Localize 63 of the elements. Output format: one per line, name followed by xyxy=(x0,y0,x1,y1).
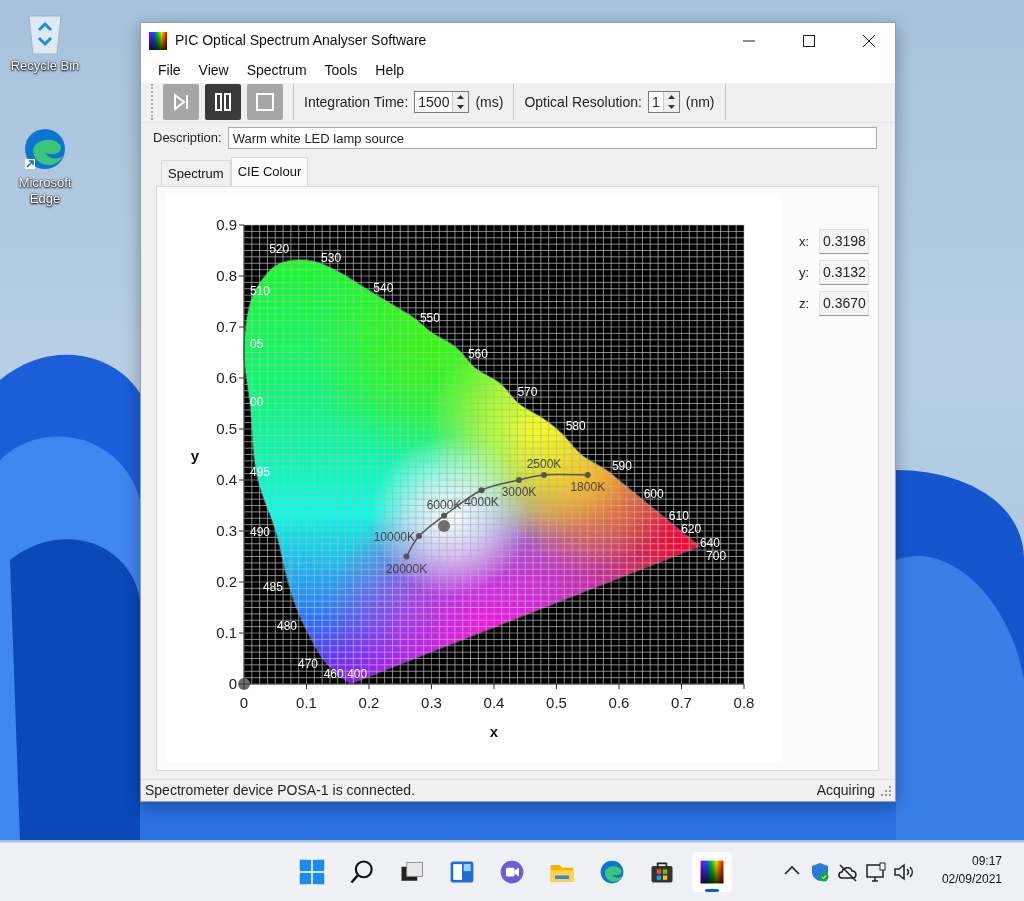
wavelength-label: 480 xyxy=(277,618,297,633)
temperature-label: 2500K xyxy=(526,456,562,471)
axis-tick-label: 0.4 xyxy=(483,694,505,711)
wavelength-label: 490 xyxy=(250,525,271,540)
wavelength-label: 520 xyxy=(269,241,290,256)
wavelength-label: 610 xyxy=(668,508,689,523)
wavelength-label: 620 xyxy=(681,521,702,536)
wavelength-label: 700 xyxy=(706,548,727,563)
wavelength-label: 530 xyxy=(321,251,342,266)
wavelength-label: 00 xyxy=(250,395,264,409)
unit-label: (ms) xyxy=(475,92,504,112)
wavelength-label: 560 xyxy=(467,347,488,361)
temperature-label: 1800K xyxy=(570,479,606,494)
temperature-label: 3000K xyxy=(501,485,537,499)
axis-tick-label: 0.9 xyxy=(216,216,237,233)
temperature-label: 10000K xyxy=(373,530,415,545)
axis-tick-label: 0.5 xyxy=(546,694,567,711)
axis-tick-label: 0 xyxy=(228,675,237,692)
wavelength-label: 05 xyxy=(250,336,264,351)
temperature-label: 4000K xyxy=(464,495,499,510)
axis-tick-label: 0.1 xyxy=(296,694,317,711)
axis-tick-label: 0.3 xyxy=(216,522,237,539)
wavelength-label: 485 xyxy=(262,580,283,595)
field-label: Description: xyxy=(153,128,222,147)
wavelength-label: 470 xyxy=(298,656,318,671)
axis-tick-label: 0.3 xyxy=(421,694,442,711)
window-title: PIC Optical Spectrum Analyser Software xyxy=(175,31,428,50)
wavelength-label: 580 xyxy=(565,418,586,433)
coordinate-label: y: xyxy=(797,263,809,282)
axis-tick-label: 0.2 xyxy=(216,573,237,590)
status-message: Spectrometer device POSA-1 is connected. xyxy=(145,781,416,800)
axis-tick-label: 0.7 xyxy=(216,318,237,335)
wavelength-label: 590 xyxy=(611,458,632,473)
coordinate-label: x: xyxy=(797,232,809,251)
axis-tick-label: 0.8 xyxy=(733,694,755,711)
coordinate-value: 0.3670 xyxy=(819,291,869,316)
unit-label: (nm) xyxy=(685,92,715,112)
axis-tick-label: 0.6 xyxy=(216,369,237,386)
field-label: Integration Time: xyxy=(304,92,409,112)
status-state: Acquiring xyxy=(816,781,875,800)
axis-tick-label: 0.6 xyxy=(608,694,630,711)
wavelength-label: 550 xyxy=(419,311,440,326)
axis-tick-label: 0.4 xyxy=(216,471,237,488)
wavelength-label: 460 xyxy=(323,667,344,681)
wavelength-label: 570 xyxy=(517,384,538,399)
wavelength-label: 600 xyxy=(643,486,664,501)
wavelength-label: 540 xyxy=(373,281,394,296)
axis-tick-label: 0.1 xyxy=(216,624,237,641)
axis-tick-label: 0.5 xyxy=(216,420,237,437)
axis-tick-label: 0.7 xyxy=(671,694,692,711)
axis-tick-label: 0.8 xyxy=(216,267,237,284)
temperature-label: 20000K xyxy=(385,561,428,576)
field-label: Optical Resolution: xyxy=(524,92,642,112)
coordinate-value: 0.3132 xyxy=(819,260,869,285)
coordinate-label: z: xyxy=(797,294,809,313)
axis-title: y xyxy=(190,446,200,464)
wavelength-label: 400 xyxy=(347,667,368,681)
axis-tick-label: 0.2 xyxy=(358,694,380,711)
temperature-label: 6000K xyxy=(426,497,462,512)
axis-tick-label: 0 xyxy=(239,694,249,711)
wavelength-label: 640 xyxy=(699,535,720,550)
coordinate-value: 0.3198 xyxy=(819,229,869,254)
axis-title: x xyxy=(489,723,499,740)
